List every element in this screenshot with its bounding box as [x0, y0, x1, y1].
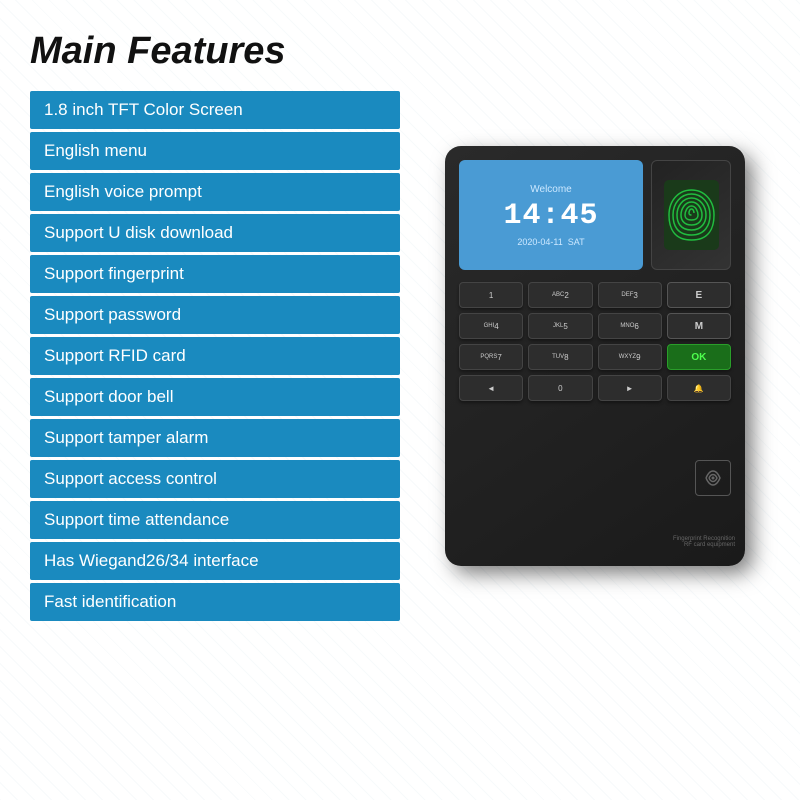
feature-item: Fast identification [30, 583, 400, 621]
feature-item: Support access control [30, 460, 400, 498]
device-area: Welcome 14:45 2020-04-11 SAT [410, 91, 780, 621]
key-2[interactable]: ABC2 [528, 282, 592, 308]
key-1[interactable]: 1 [459, 282, 523, 308]
main-container: Main Features 1.8 inch TFT Color ScreenE… [0, 0, 800, 800]
key-ok[interactable]: OK [667, 344, 731, 370]
feature-item: Support time attendance [30, 501, 400, 539]
feature-item: English menu [30, 132, 400, 170]
key-7[interactable]: PQRS7 [459, 344, 523, 370]
feature-item: Support door bell [30, 378, 400, 416]
key-8[interactable]: TUV8 [528, 344, 592, 370]
key-3[interactable]: DEF3 [598, 282, 662, 308]
rfid-indicator [695, 460, 731, 496]
rfid-icon [701, 466, 725, 490]
key-5[interactable]: JKL5 [528, 313, 592, 339]
device-label: Fingerprint Recognition RF card equipmen… [673, 536, 735, 548]
feature-item: English voice prompt [30, 173, 400, 211]
device-top: Welcome 14:45 2020-04-11 SAT [459, 160, 731, 270]
screen-welcome-text: Welcome [530, 184, 572, 195]
key-m[interactable]: M [667, 313, 731, 339]
key-0[interactable]: 0 [528, 375, 592, 401]
key-6[interactable]: MNO6 [598, 313, 662, 339]
feature-item: Support U disk download [30, 214, 400, 252]
keypad: 1 ABC2 DEF3 E GHI4 JKL5 MNO6 M PQRS7 TUV… [459, 278, 731, 405]
content-area: 1.8 inch TFT Color ScreenEnglish menuEng… [30, 91, 780, 621]
features-list: 1.8 inch TFT Color ScreenEnglish menuEng… [30, 91, 400, 621]
key-right[interactable]: ► [598, 375, 662, 401]
key-e[interactable]: E [667, 282, 731, 308]
fingerprint-scanner [651, 160, 731, 270]
key-bell[interactable]: 🔔 [667, 375, 731, 401]
feature-item: Support tamper alarm [30, 419, 400, 457]
feature-item: Has Wiegand26/34 interface [30, 542, 400, 580]
screen-date: 2020-04-11 SAT [517, 237, 584, 247]
feature-item: 1.8 inch TFT Color Screen [30, 91, 400, 129]
key-left[interactable]: ◄ [459, 375, 523, 401]
key-9[interactable]: WXYZ9 [598, 344, 662, 370]
screen-time: 14:45 [503, 199, 598, 233]
page-title: Main Features [30, 30, 286, 73]
feature-item: Support password [30, 296, 400, 334]
feature-item: Support fingerprint [30, 255, 400, 293]
key-4[interactable]: GHI4 [459, 313, 523, 339]
fingerprint-icon [664, 180, 719, 250]
feature-item: Support RFID card [30, 337, 400, 375]
device-screen: Welcome 14:45 2020-04-11 SAT [459, 160, 643, 270]
device: Welcome 14:45 2020-04-11 SAT [445, 146, 745, 566]
